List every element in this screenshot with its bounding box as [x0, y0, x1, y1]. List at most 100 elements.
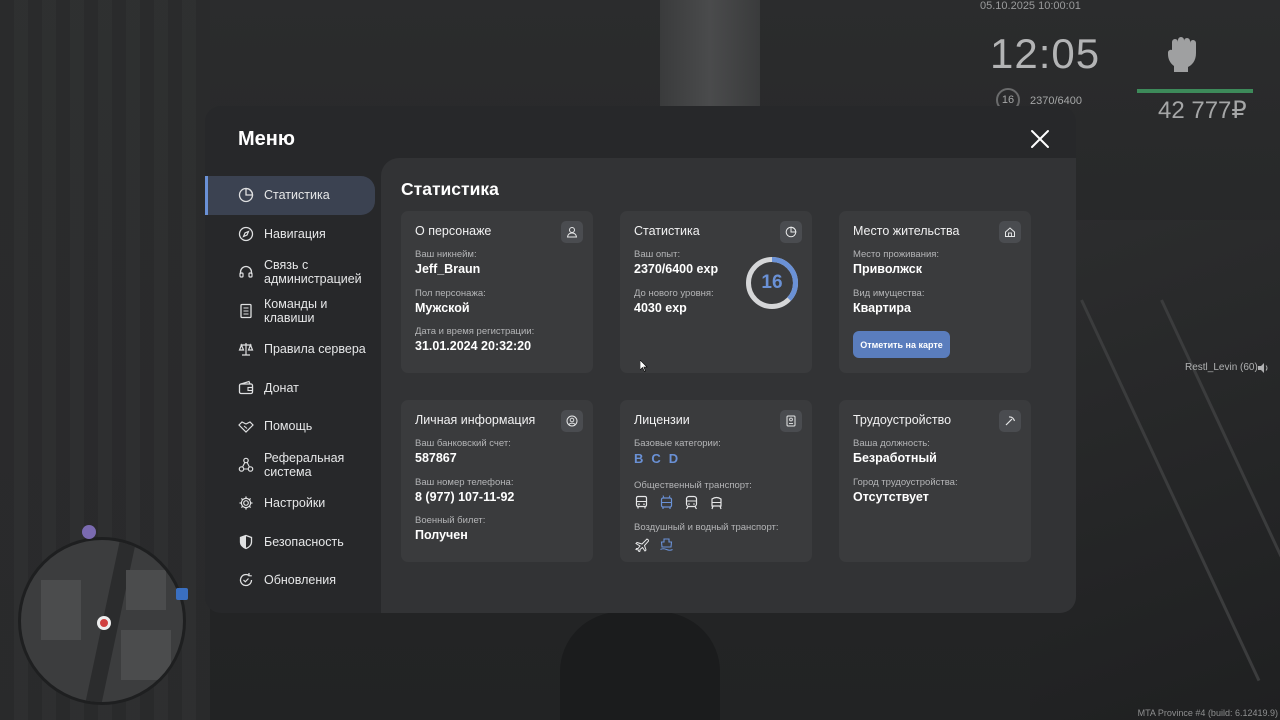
pie-chart-icon — [238, 188, 254, 203]
build-version: MTA Province #4 (build: 6.12419.9) — [1137, 708, 1278, 718]
license-category: B — [634, 451, 644, 466]
network-icon — [238, 457, 254, 472]
sidebar-item-label: Связь с администрацией — [264, 258, 362, 287]
sidebar-item-label: Правила сервера — [264, 342, 366, 357]
gender-value: Мужской — [415, 301, 470, 315]
sidebar-item-label: Настройки — [264, 496, 326, 511]
sidebar-item-donate[interactable]: Донат — [205, 369, 381, 408]
mark-on-map-button[interactable]: Отметить на карте — [853, 331, 950, 358]
minimap-building — [41, 580, 81, 640]
next-level-value: 4030 exp — [634, 301, 687, 315]
card-title: О персонаже — [415, 224, 492, 238]
card-icon-button — [999, 410, 1021, 432]
sidebar-item-label: Реферальная система — [264, 450, 345, 479]
compass-icon — [238, 226, 254, 241]
handshake-icon — [238, 421, 254, 434]
scales-icon — [238, 343, 254, 356]
trolleybus-icon — [660, 495, 673, 509]
sidebar-item-statistics[interactable]: Статистика — [205, 176, 375, 215]
military-id-label: Военный билет: — [415, 515, 486, 526]
sidebar-item-label: Помощь — [264, 419, 313, 434]
user-icon — [566, 227, 578, 238]
cooling-tower — [660, 0, 760, 110]
license-category: C — [651, 451, 661, 466]
bank-account-label: Ваш банковский счет: — [415, 438, 511, 449]
sidebar-item-label: Команды и клавиши — [264, 296, 328, 325]
phone-label: Ваш номер телефона: — [415, 477, 514, 488]
mouse-cursor-icon — [640, 360, 648, 372]
sidebar-item-navigation[interactable]: Навигация — [205, 215, 381, 254]
pie-chart-icon — [785, 226, 797, 238]
wallet-icon — [238, 380, 254, 394]
bank-account-value: 587867 — [415, 451, 457, 465]
sidebar-item-referral[interactable]: Реферальная система — [205, 446, 381, 485]
property-type-value: Квартира — [853, 301, 911, 315]
exp-label: Ваш опыт: — [634, 249, 681, 260]
personal-info-card: Личная информация Ваш банковский счет: 5… — [401, 400, 593, 562]
card-title: Место жительства — [853, 224, 960, 238]
menu-title: Меню — [238, 128, 295, 150]
document-icon — [240, 303, 252, 318]
player-nametag: Restl_Levin (60) — [1185, 362, 1258, 373]
sidebar-item-commands[interactable]: Команды и клавиши — [205, 292, 381, 331]
card-title: Личная информация — [415, 413, 536, 427]
next-level-label: До нового уровня: — [634, 288, 714, 299]
place-value: Приволжск — [853, 262, 922, 276]
nickname-value: Jeff_Braun — [415, 262, 481, 276]
nickname-label: Ваш никнейм: — [415, 249, 477, 260]
public-transport-icons — [634, 495, 724, 510]
sidebar-item-label: Навигация — [264, 226, 326, 241]
train-icon — [685, 495, 698, 510]
minimap-blip-icon — [82, 525, 96, 539]
hud-clock: 12:05 — [990, 30, 1101, 77]
ship-icon — [660, 538, 673, 551]
sidebar-item-help[interactable]: Помощь — [205, 407, 381, 446]
military-id-value: Получен — [415, 528, 468, 542]
license-categories: B C D — [634, 451, 678, 466]
work-city-value: Отсутствует — [853, 490, 929, 504]
card-icon-button — [561, 410, 583, 432]
id-card-icon — [786, 415, 796, 427]
licenses-card: Лицензии Базовые категории: B C D Общест… — [620, 400, 812, 562]
registration-value: 31.01.2024 20:32:20 — [415, 339, 532, 353]
sidebar-item-updates[interactable]: Обновления — [205, 561, 381, 600]
card-icon-button — [780, 410, 802, 432]
speaker-icon — [1258, 363, 1268, 373]
card-title: Трудоустройство — [853, 413, 952, 427]
basic-categories-label: Базовые категории: — [634, 438, 721, 449]
sidebar-item-admin-contact[interactable]: Связь с администрацией — [205, 253, 381, 292]
hud-money: 42 777₽ — [1158, 97, 1247, 124]
place-label: Место проживания: — [853, 249, 940, 260]
hud-datetime: 05.10.2025 10:00:01 — [980, 0, 1081, 12]
close-icon[interactable] — [1027, 126, 1053, 152]
tram-icon — [711, 496, 722, 510]
minimap-building — [126, 570, 166, 610]
page-title: Статистика — [401, 179, 499, 199]
sidebar-item-rules[interactable]: Правила сервера — [205, 330, 381, 369]
air-water-transport-label: Воздушный и водный транспорт: — [634, 522, 779, 533]
public-transport-label: Общественный транспорт: — [634, 480, 752, 491]
sidebar-item-settings[interactable]: Настройки — [205, 484, 381, 523]
bus-icon — [635, 495, 648, 509]
position-value: Безработный — [853, 451, 937, 465]
sidebar: Статистика Навигация Связь с администрац… — [205, 176, 381, 600]
exp-value: 2370/6400 exp — [634, 262, 719, 276]
minimap-building — [121, 630, 171, 680]
refresh-icon — [239, 573, 253, 587]
card-icon-button — [561, 221, 583, 243]
card-icon-button — [780, 221, 802, 243]
work-city-label: Город трудоустройства: — [853, 477, 958, 488]
card-title: Лицензии — [634, 413, 690, 427]
registration-label: Дата и время регистрации: — [415, 326, 535, 337]
shield-icon — [239, 534, 253, 549]
air-water-transport-icons — [634, 537, 674, 552]
minimap[interactable] — [18, 537, 186, 705]
residence-card: Место жительства Место проживания: Приво… — [839, 211, 1031, 373]
stats-card: Статистика Ваш опыт: 2370/6400 exp До но… — [620, 211, 812, 373]
sidebar-item-label: Обновления — [264, 573, 336, 588]
pickaxe-icon — [1005, 416, 1016, 426]
player-character — [560, 612, 720, 720]
house-icon — [1005, 227, 1015, 237]
hud-money-bar — [1137, 89, 1253, 93]
sidebar-item-security[interactable]: Безопасность — [205, 523, 381, 562]
